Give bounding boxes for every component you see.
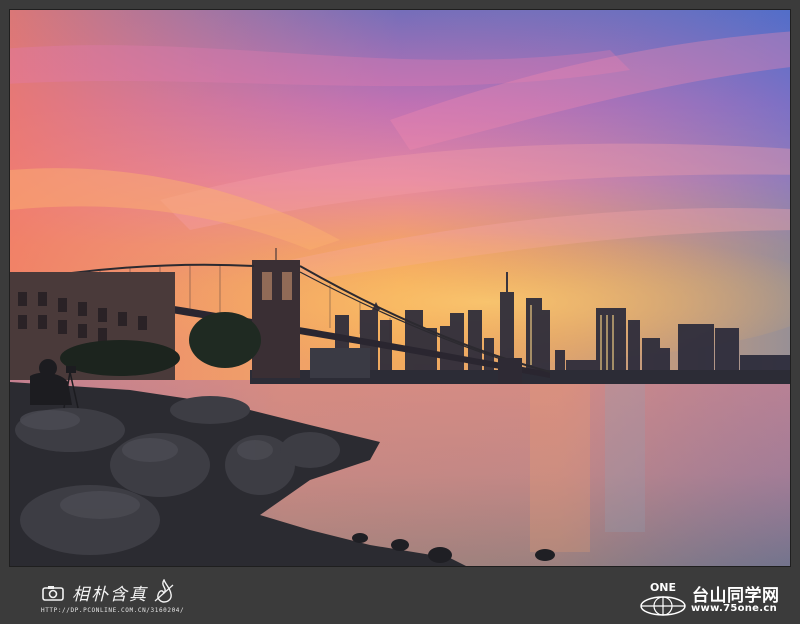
photographer-signature: 相朴含真 [72,585,148,605]
svg-text:ONE: ONE [650,581,676,594]
photographer-url: HTTP://DP.PCONLINE.COM.CN/3160204/ [41,607,185,614]
city-sunset-photo [9,9,791,567]
globe-icon: ONE [640,581,686,616]
flame-icon [154,579,174,603]
camera-icon [42,586,64,601]
site-url: www.75one.cn [691,603,778,614]
